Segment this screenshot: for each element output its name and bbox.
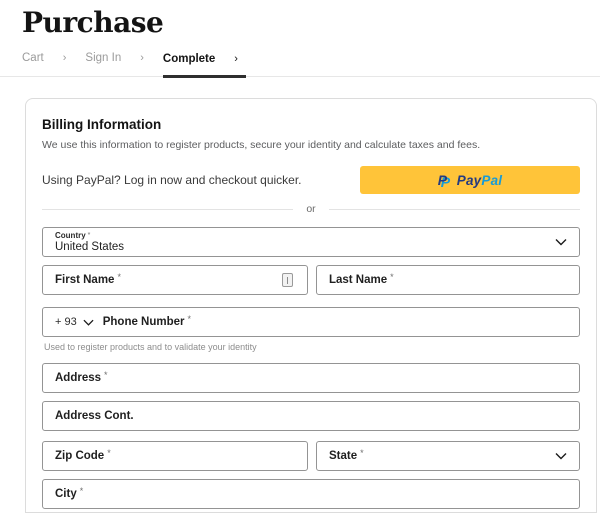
phone-number-field[interactable]: + 93 Phone Number * [42,307,580,337]
phone-number-label: Phone Number * [102,314,192,328]
address-label: Address * [55,370,108,384]
divider-line [42,208,294,210]
billing-information-card: Billing Information We use this informat… [25,98,597,513]
zip-state-row: Zip Code * State * [42,441,580,471]
breadcrumb-cart[interactable]: Cart [22,52,44,76]
first-name-field[interactable]: First Name * [42,265,308,295]
chevron-down-icon [555,453,567,460]
breadcrumb-complete[interactable]: Complete [163,53,215,75]
zip-code-field[interactable]: Zip Code * [42,441,308,471]
breadcrumb: Cart › Sign In › Complete › [0,52,600,78]
breadcrumb-active-group: Complete › [162,53,246,78]
dial-code-value: + 93 [55,316,77,328]
last-name-field[interactable]: Last Name * [315,265,580,295]
divider-line [328,208,580,210]
address-cont-label: Address Cont. [55,410,134,422]
address-field[interactable]: Address * [42,363,580,393]
chevron-down-icon [555,239,567,246]
country-value: United States [55,240,125,253]
autofill-extension-icon[interactable] [281,273,293,287]
page-title: Purchase [22,6,164,39]
paypal-button[interactable]: P P PayPal [360,166,580,194]
paypal-row: Using PayPal? Log in now and checkout qu… [42,166,580,194]
city-label: City * [55,486,84,500]
billing-heading: Billing Information [42,117,162,132]
phone-helper-text: Used to register products and to validat… [44,342,257,352]
state-label: State * [328,448,364,462]
paypal-prompt: Using PayPal? Log in now and checkout qu… [42,173,302,187]
or-label: or [306,203,316,215]
dial-code-select[interactable]: + 93 [55,316,94,328]
paypal-logo-icon: P P [437,172,451,190]
chevron-down-icon [83,319,94,326]
country-select[interactable]: Country * United States [42,227,580,257]
first-name-label: First Name * [55,272,121,286]
or-divider: or [42,203,580,215]
paypal-wordmark: PayPal [456,172,503,188]
city-field[interactable]: City * [42,479,580,509]
billing-description: We use this information to register prod… [42,139,481,151]
chevron-right-icon: › [140,52,144,64]
breadcrumb-sign-in[interactable]: Sign In [85,52,121,76]
country-label: Country * [55,230,91,240]
state-select[interactable]: State * [315,441,580,471]
last-name-label: Last Name * [328,272,394,286]
chevron-right-icon: › [62,52,67,64]
chevron-right-icon: › [234,53,238,65]
address-cont-field[interactable]: Address Cont. [42,401,580,431]
zip-code-label: Zip Code * [55,448,111,462]
name-row: First Name * Last Name * [42,265,580,295]
purchase-page: Purchase Cart › Sign In › Complete › Bil… [0,0,600,513]
